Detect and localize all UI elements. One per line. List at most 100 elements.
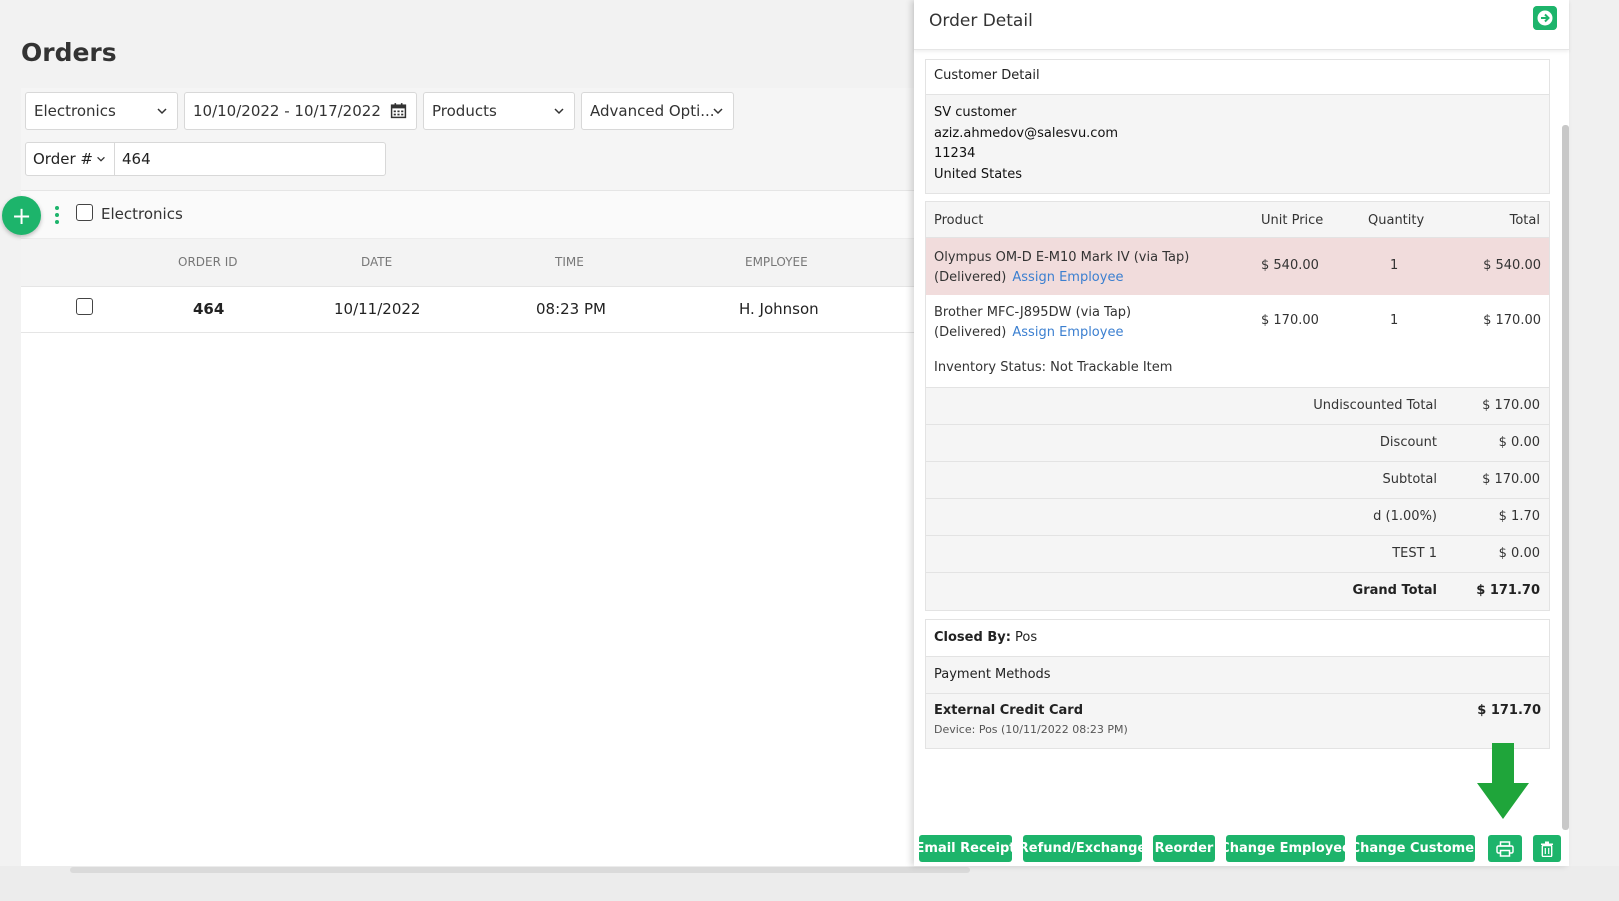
product-unit-price: $ 170.00 <box>1261 313 1319 328</box>
kebab-menu-icon[interactable] <box>54 205 60 225</box>
col-quantity: Quantity <box>1368 213 1425 228</box>
vertical-scrollbar[interactable] <box>1562 125 1569 830</box>
chevron-down-icon <box>157 108 167 115</box>
header-date[interactable]: DATE <box>361 255 392 269</box>
header-order-id[interactable]: ORDER ID <box>178 255 238 269</box>
close-panel-icon[interactable] <box>1533 6 1557 30</box>
calendar-icon <box>390 103 407 119</box>
order-detail-panel: Order Detail Customer Detail SV customer… <box>914 0 1569 866</box>
totals-label: Discount <box>1379 435 1437 450</box>
chevron-down-icon <box>713 108 723 115</box>
chevron-down-icon <box>554 108 564 115</box>
product-total: $ 170.00 <box>1483 313 1541 328</box>
reorder-button[interactable]: Reorder <box>1153 835 1215 862</box>
closed-by-label: Closed By: <box>934 630 1011 645</box>
printer-icon <box>1496 840 1514 857</box>
closed-by-value: Pos <box>1015 630 1038 645</box>
product-status: (Delivered) <box>934 270 1007 285</box>
product-name: Brother MFC-J895DW (via Tap) <box>934 305 1132 320</box>
delete-button[interactable] <box>1533 835 1561 862</box>
products-box: Product Unit Price Quantity Total Olympu… <box>925 201 1550 611</box>
col-unit-price: Unit Price <box>1261 213 1324 228</box>
col-product: Product <box>934 213 984 228</box>
table-row[interactable]: 464 10/11/2022 08:23 PM H. Johnson <box>21 287 940 333</box>
product-quantity: 1 <box>1390 258 1399 273</box>
totals-value: $ 170.00 <box>1482 398 1540 413</box>
payment-amount: $ 171.70 <box>1477 703 1541 718</box>
assign-employee-link[interactable]: Assign Employee <box>1012 270 1123 285</box>
totals-row: d (1.00%) $ 1.70 <box>926 499 1549 536</box>
cell-time: 08:23 PM <box>536 300 606 318</box>
totals-label: Grand Total <box>1352 583 1437 598</box>
product-unit-price: $ 540.00 <box>1261 258 1319 273</box>
group-row: + Electronics <box>2 191 940 239</box>
change-employee-button[interactable]: Change Employee <box>1220 835 1351 862</box>
products-select-label: Products <box>432 102 497 120</box>
chevron-down-icon <box>97 156 105 162</box>
grand-total-row: Grand Total $ 171.70 <box>926 573 1549 610</box>
scroll-thumb[interactable] <box>70 867 970 873</box>
payment-device: Device: Pos (10/11/2022 08:23 PM) <box>934 723 1128 736</box>
totals-row: TEST 1 $ 0.00 <box>926 536 1549 573</box>
product-total: $ 540.00 <box>1483 258 1541 273</box>
page-title: Orders <box>21 38 117 67</box>
change-customer-button[interactable]: Change Customer <box>1351 835 1480 862</box>
product-status: (Delivered) <box>934 325 1007 340</box>
print-button[interactable] <box>1488 835 1522 862</box>
date-range-picker[interactable]: 10/10/2022 - 10/17/2022 <box>184 92 417 130</box>
totals-value: $ 171.70 <box>1476 583 1540 598</box>
email-receipt-button[interactable]: Email Receipt <box>916 835 1015 862</box>
payment-methods-heading: Payment Methods <box>926 657 1549 694</box>
closed-by-row: Closed By: Pos <box>926 620 1549 657</box>
totals-label: Subtotal <box>1382 472 1437 487</box>
cell-date: 10/11/2022 <box>334 300 421 318</box>
order-search-input[interactable] <box>114 142 386 176</box>
cell-order-id: 464 <box>193 300 225 318</box>
products-select[interactable]: Products <box>423 92 575 130</box>
totals-row: Subtotal $ 170.00 <box>926 462 1549 499</box>
detail-title: Order Detail <box>929 11 1033 31</box>
totals-value: $ 170.00 <box>1482 472 1540 487</box>
cell-employee: H. Johnson <box>739 300 819 318</box>
down-arrow-icon <box>1477 743 1529 819</box>
col-total: Total <box>1509 213 1540 228</box>
totals-value: $ 0.00 <box>1498 546 1540 561</box>
header-employee[interactable]: EMPLOYEE <box>745 255 808 269</box>
horizontal-scrollbar[interactable] <box>0 866 1619 901</box>
header-time[interactable]: TIME <box>555 255 584 269</box>
totals-row: Undiscounted Total $ 170.00 <box>926 388 1549 425</box>
customer-country: United States <box>934 166 1023 182</box>
search-by-select[interactable]: Order # <box>25 142 115 176</box>
totals-label: d (1.00%) <box>1373 509 1437 524</box>
totals-row: Discount $ 0.00 <box>926 425 1549 462</box>
location-select[interactable]: Electronics <box>25 92 178 130</box>
totals-label: TEST 1 <box>1392 546 1437 561</box>
customer-detail-box: Customer Detail SV customer aziz.ahmedov… <box>925 59 1550 194</box>
product-name: Olympus OM-D E-M10 Mark IV (via Tap) <box>934 250 1190 265</box>
row-checkbox[interactable] <box>76 298 93 315</box>
customer-zip: 11234 <box>934 146 976 161</box>
inventory-status: Inventory Status: Not Trackable Item <box>926 352 1549 388</box>
products-header: Product Unit Price Quantity Total <box>926 202 1549 238</box>
assign-employee-link[interactable]: Assign Employee <box>1012 325 1123 340</box>
payment-method-name: External Credit Card <box>934 703 1084 718</box>
customer-email: aziz.ahmedov@salesvu.com <box>934 125 1119 141</box>
orders-card: Electronics 10/10/2022 - 10/17/2022 Prod… <box>2 88 940 884</box>
customer-name: SV customer <box>934 105 1017 120</box>
refund-exchange-button[interactable]: Refund/Exchange <box>1019 835 1146 862</box>
orders-panel: Orders Electronics 10/10/2022 - 10/17/20… <box>0 0 940 901</box>
product-quantity: 1 <box>1390 313 1399 328</box>
product-row: Olympus OM-D E-M10 Mark IV (via Tap) (De… <box>926 238 1549 295</box>
action-bar: Email Receipt Refund/Exchange Reorder Ch… <box>914 833 1569 866</box>
group-checkbox[interactable] <box>76 204 93 221</box>
group-label: Electronics <box>101 205 183 223</box>
totals-label: Undiscounted Total <box>1313 398 1437 413</box>
filter-bar: Electronics 10/10/2022 - 10/17/2022 Prod… <box>21 88 940 191</box>
customer-info: SV customer aziz.ahmedov@salesvu.com 112… <box>926 95 1549 193</box>
location-select-label: Electronics <box>34 102 116 120</box>
detail-header: Order Detail <box>914 0 1569 50</box>
add-order-button[interactable]: + <box>2 196 41 235</box>
payment-box: Closed By: Pos Payment Methods External … <box>925 619 1550 749</box>
totals-value: $ 1.70 <box>1498 509 1540 524</box>
advanced-options-select[interactable]: Advanced Opti... <box>581 92 734 130</box>
